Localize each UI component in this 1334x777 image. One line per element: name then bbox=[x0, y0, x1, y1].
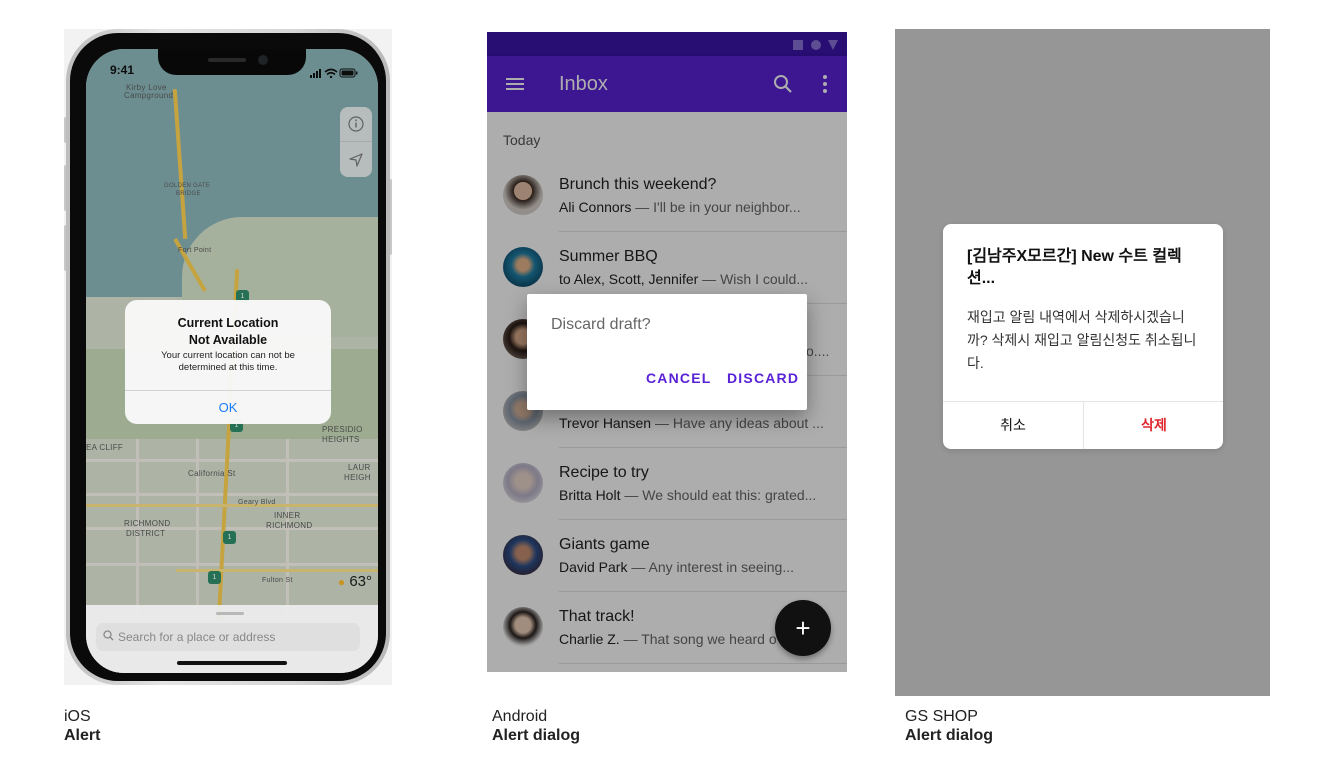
alert-ok-button[interactable]: OK bbox=[125, 391, 331, 424]
cancel-button[interactable]: CANCEL bbox=[646, 370, 712, 386]
caption-platform: iOS bbox=[64, 708, 91, 725]
ios-alert: Current Location Not Available Your curr… bbox=[125, 300, 331, 424]
search-input[interactable]: Search for a place or address bbox=[96, 623, 360, 651]
search-icon bbox=[103, 630, 114, 644]
alert-title-line: Current Location bbox=[177, 316, 279, 330]
compose-fab[interactable]: + bbox=[775, 600, 831, 656]
cancel-button[interactable]: 취소 bbox=[943, 402, 1083, 449]
sheet-grabber[interactable] bbox=[216, 612, 244, 615]
search-placeholder: Search for a place or address bbox=[118, 630, 276, 644]
caption-component: Alert dialog bbox=[905, 727, 994, 744]
alert-message: Your current location can not be determi… bbox=[139, 350, 317, 374]
phone-screen: Kirby Love Campground GOLDEN GATE BRIDGE… bbox=[86, 49, 378, 673]
android-caption: Android Alert dialog bbox=[492, 707, 580, 745]
dialog-title: Discard draft? bbox=[551, 316, 651, 333]
home-indicator[interactable] bbox=[177, 661, 287, 665]
caption-component: Alert dialog bbox=[492, 727, 581, 744]
phone-bezel: Kirby Love Campground GOLDEN GATE BRIDGE… bbox=[70, 33, 386, 681]
plus-icon: + bbox=[795, 613, 811, 643]
alert-title-line: Not Available bbox=[188, 333, 268, 347]
delete-button[interactable]: 삭제 bbox=[1084, 402, 1224, 449]
ios-panel: Kirby Love Campground GOLDEN GATE BRIDGE… bbox=[64, 29, 392, 685]
phone-frame: Kirby Love Campground GOLDEN GATE BRIDGE… bbox=[66, 29, 390, 685]
ios-caption: iOS Alert bbox=[64, 707, 100, 745]
android-alert-dialog: Discard draft? CANCEL DISCARD bbox=[527, 294, 807, 410]
caption-platform: Android bbox=[492, 708, 548, 725]
alert-message-line: determined at this time. bbox=[178, 362, 278, 373]
alert-message-line: Your current location can not be bbox=[161, 350, 295, 361]
alert-title: Current Location Not Available bbox=[135, 315, 321, 349]
dialog-body: 재입고 알림 내역에서 삭제하시겠습니까? 삭제시 재입고 알림신청도 취소됩니… bbox=[967, 309, 1197, 371]
caption-platform: GS SHOP bbox=[905, 708, 978, 725]
dialog-title: [김남주X모르간] New 수트 컬렉션... bbox=[967, 248, 1182, 287]
gs-alert-dialog: [김남주X모르간] New 수트 컬렉션... 재입고 알림 내역에서 삭제하시… bbox=[943, 224, 1223, 449]
gs-caption: GS SHOP Alert dialog bbox=[905, 707, 993, 745]
android-panel: Inbox Today Brunch this weekend? Ali Con… bbox=[487, 32, 847, 672]
gs-shop-panel: [김남주X모르간] New 수트 컬렉션... 재입고 알림 내역에서 삭제하시… bbox=[895, 29, 1270, 696]
discard-button[interactable]: DISCARD bbox=[727, 370, 799, 386]
caption-component: Alert bbox=[64, 727, 101, 744]
